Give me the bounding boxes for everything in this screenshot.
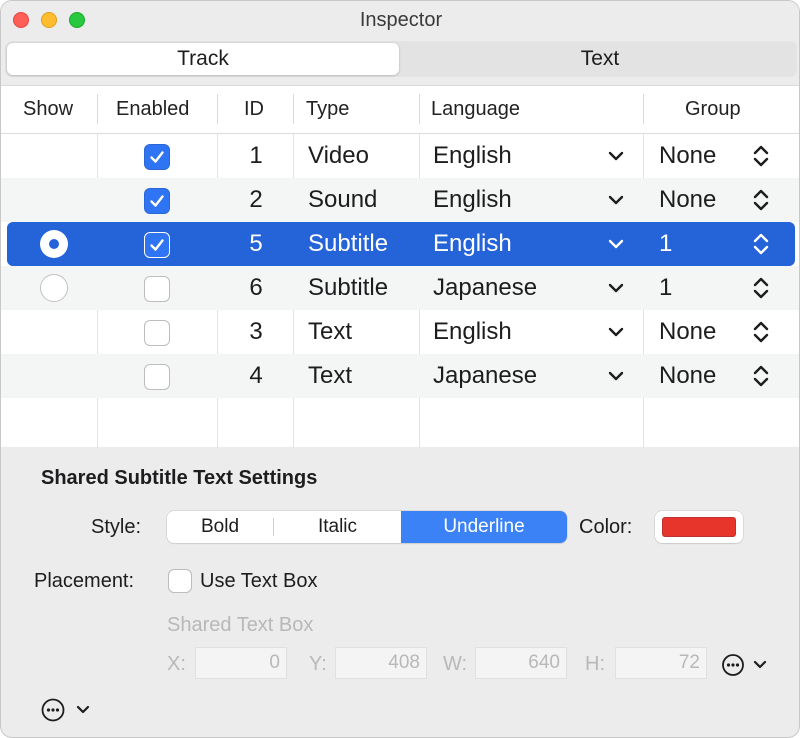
- chevron-down-icon: [608, 195, 624, 205]
- use-text-box-checkbox[interactable]: [168, 569, 192, 593]
- window-title: Inspector: [359, 9, 443, 31]
- chevron-down-icon: [608, 371, 624, 381]
- x-label: X:: [167, 653, 186, 675]
- w-label: W:: [443, 653, 468, 675]
- track-type: Text: [308, 318, 353, 345]
- track-id: 4: [249, 362, 263, 389]
- enabled-checkbox[interactable]: [144, 276, 170, 302]
- y-label: Y:: [309, 653, 327, 675]
- show-radio[interactable]: [40, 230, 68, 258]
- language-popup[interactable]: English: [433, 310, 512, 354]
- table-row[interactable]: 5 Subtitle English 1: [7, 222, 795, 266]
- h-label: H:: [585, 653, 605, 675]
- show-radio[interactable]: [40, 274, 68, 302]
- table-row[interactable]: 6 Subtitle Japanese 1: [1, 266, 799, 310]
- enabled-checkbox[interactable]: [144, 364, 170, 390]
- track-id: 5: [249, 230, 263, 257]
- track-id: 3: [249, 318, 263, 345]
- enabled-checkbox[interactable]: [144, 320, 170, 346]
- tab-track[interactable]: Track: [7, 43, 399, 75]
- actions-menu-button[interactable]: [41, 697, 97, 728]
- settings-heading: Shared Subtitle Text Settings: [41, 467, 318, 489]
- track-id: 6: [249, 274, 263, 301]
- chevron-down-icon: [608, 283, 624, 293]
- tracks-table: Show Enabled ID Type Language Group 1 Vid…: [1, 85, 799, 448]
- style-italic-button[interactable]: Italic: [274, 511, 401, 543]
- title-bar: Inspector: [1, 1, 799, 39]
- tab-text[interactable]: Text: [403, 41, 797, 77]
- color-label: Color:: [579, 516, 633, 538]
- track-type: Subtitle: [308, 274, 389, 301]
- column-header-type[interactable]: Type: [306, 86, 349, 134]
- table-row[interactable]: 4 Text Japanese None: [1, 354, 799, 398]
- tab-bar: Track Text: [5, 41, 797, 77]
- group-popup[interactable]: 1: [659, 222, 672, 266]
- chevron-down-icon: [608, 239, 624, 249]
- updown-chevron-icon: [753, 189, 769, 211]
- track-id: 1: [249, 142, 263, 169]
- track-type: Subtitle: [308, 230, 389, 257]
- updown-chevron-icon: [753, 365, 769, 387]
- placement-label: Placement:: [34, 570, 135, 592]
- updown-chevron-icon: [753, 277, 769, 299]
- text-box-more-button[interactable]: [721, 652, 771, 683]
- table-row[interactable]: 3 Text English None: [1, 310, 799, 354]
- track-type: Text: [308, 362, 353, 389]
- style-segmented-control: Bold Italic Underline: [167, 511, 567, 543]
- h-field[interactable]: 72: [615, 647, 707, 679]
- enabled-checkbox[interactable]: [144, 144, 170, 170]
- updown-chevron-icon: [753, 321, 769, 343]
- language-popup[interactable]: English: [433, 178, 512, 222]
- track-type: Sound: [308, 186, 378, 213]
- style-label: Style:: [91, 516, 142, 538]
- x-field[interactable]: 0: [195, 647, 287, 679]
- use-text-box-label[interactable]: Use Text Box: [200, 570, 317, 593]
- column-header-group[interactable]: Group: [685, 86, 741, 134]
- w-field[interactable]: 640: [475, 647, 567, 679]
- color-well[interactable]: [655, 511, 743, 543]
- group-popup[interactable]: None: [659, 178, 716, 222]
- updown-chevron-icon: [753, 233, 769, 255]
- inspector-window: Inspector Track Text Show Enabled ID Typ…: [0, 0, 800, 738]
- enabled-checkbox[interactable]: [144, 232, 170, 258]
- track-type: Video: [308, 142, 369, 169]
- updown-chevron-icon: [753, 145, 769, 167]
- chevron-down-icon: [608, 151, 624, 161]
- group-popup[interactable]: None: [659, 310, 716, 354]
- style-underline-button[interactable]: Underline: [401, 511, 567, 543]
- column-header-id[interactable]: ID: [244, 86, 264, 134]
- enabled-checkbox[interactable]: [144, 188, 170, 214]
- language-popup[interactable]: Japanese: [433, 354, 537, 398]
- column-header-language[interactable]: Language: [431, 86, 520, 134]
- group-popup[interactable]: 1: [659, 266, 672, 310]
- ellipsis-circle-icon: [41, 698, 90, 722]
- style-bold-button[interactable]: Bold: [167, 511, 273, 543]
- column-header-enabled[interactable]: Enabled: [116, 86, 189, 134]
- color-swatch: [662, 517, 736, 537]
- language-popup[interactable]: English: [433, 222, 512, 266]
- column-header-show[interactable]: Show: [23, 86, 73, 134]
- shared-text-box-title: Shared Text Box: [167, 614, 314, 636]
- chevron-down-icon: [608, 327, 624, 337]
- language-popup[interactable]: Japanese: [433, 266, 537, 310]
- table-row[interactable]: 2 Sound English None: [1, 178, 799, 222]
- group-popup[interactable]: None: [659, 354, 716, 398]
- y-field[interactable]: 408: [335, 647, 427, 679]
- table-header: Show Enabled ID Type Language Group: [1, 86, 799, 134]
- group-popup[interactable]: None: [659, 134, 716, 178]
- track-id: 2: [249, 186, 263, 213]
- language-popup[interactable]: English: [433, 134, 512, 178]
- table-row[interactable]: 1 Video English None: [1, 134, 799, 178]
- ellipsis-circle-icon: [722, 654, 767, 676]
